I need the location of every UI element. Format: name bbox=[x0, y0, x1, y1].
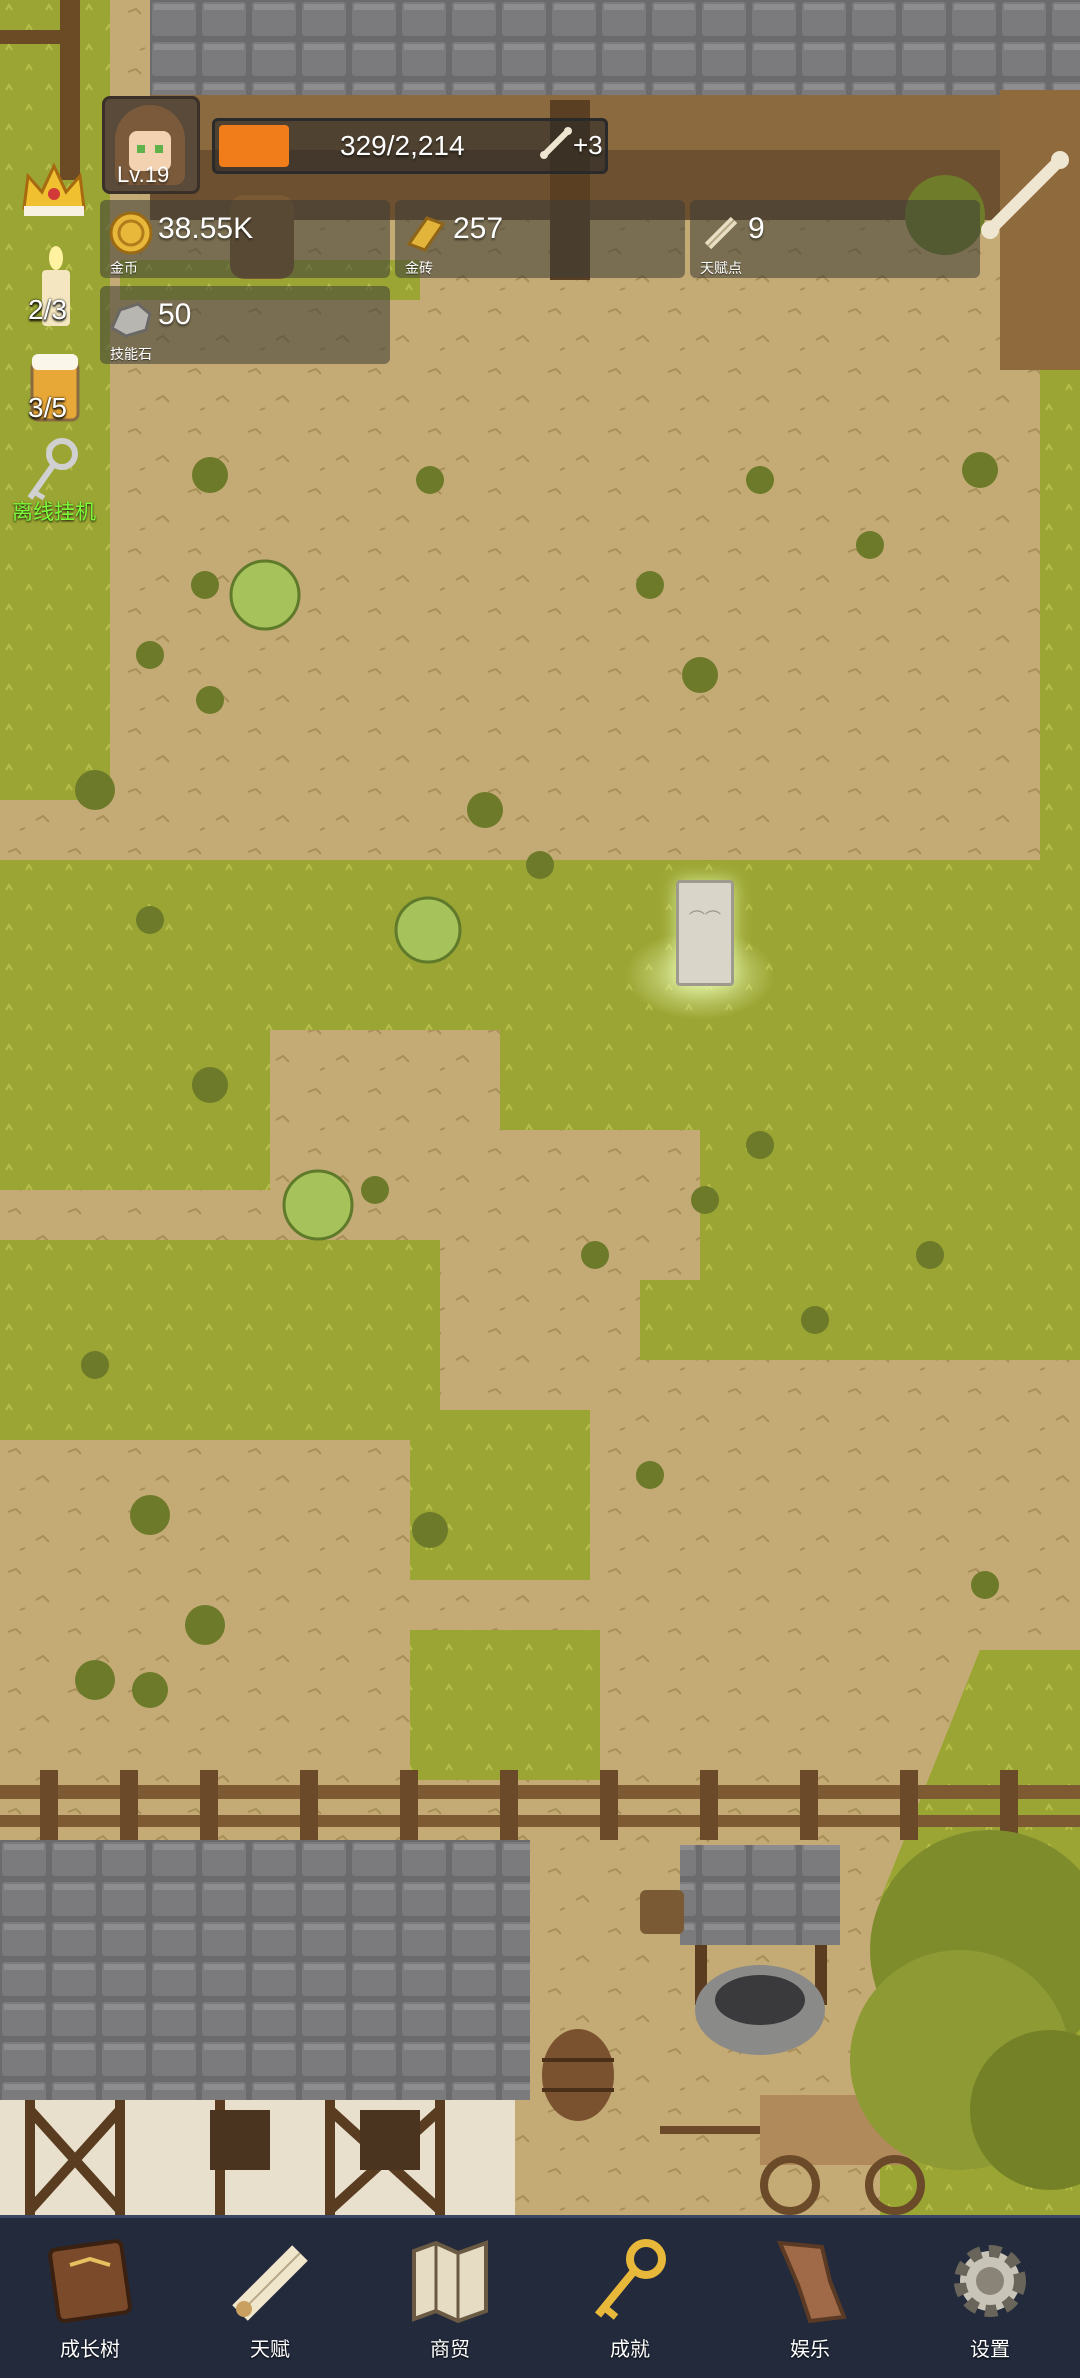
bone-icon bbox=[540, 127, 572, 159]
nav-label-entertainment: 娱乐 bbox=[790, 2339, 830, 2361]
bottom-nav: 成长树 天赋 商贸 成就 娱乐 设置 bbox=[0, 2215, 1080, 2378]
gold-bar-icon bbox=[406, 216, 446, 252]
skill-stone-resource[interactable]: 50 技能石 bbox=[100, 286, 390, 364]
nav-settings[interactable]: 设置 bbox=[900, 2218, 1080, 2378]
bone-weapon-icon[interactable] bbox=[980, 150, 1070, 240]
gear-icon bbox=[954, 2245, 1026, 2317]
talent-points-value: 9 bbox=[748, 212, 765, 245]
gold-value: 38.55K bbox=[158, 212, 254, 245]
crown-button[interactable] bbox=[18, 158, 90, 220]
nav-talent[interactable]: 天赋 bbox=[180, 2218, 360, 2378]
nav-label-talent: 天赋 bbox=[250, 2339, 290, 2361]
nav-entertainment[interactable]: 娱乐 bbox=[720, 2218, 900, 2378]
nav-trade[interactable]: 商贸 bbox=[360, 2218, 540, 2378]
gold-brick-value: 257 bbox=[453, 212, 504, 245]
nav-achievement[interactable]: 成就 bbox=[540, 2218, 720, 2378]
scroll-icon bbox=[704, 216, 738, 250]
crown-icon bbox=[22, 162, 86, 216]
exp-bar-fill bbox=[219, 125, 289, 167]
stone-icon bbox=[110, 302, 152, 338]
leather-icon bbox=[776, 2240, 847, 2324]
exp-bonus: +3 bbox=[573, 130, 603, 160]
exp-text: 329/2,214 bbox=[340, 130, 465, 161]
gold-coin-icon bbox=[109, 211, 153, 255]
gold-label: 金币 bbox=[110, 260, 138, 276]
idle-label: 离线挂机 bbox=[12, 501, 96, 524]
game-map[interactable]: ⌒⌒ Lv.19 329/2,214 +3 38.55K 金币 257 金砖 9… bbox=[0, 0, 1080, 2215]
gold-brick-label: 金砖 bbox=[405, 260, 433, 276]
nav-label-trade: 商贸 bbox=[430, 2339, 470, 2361]
skill-stone-label: 技能石 bbox=[110, 346, 152, 362]
nav-label-growth-tree: 成长树 bbox=[60, 2339, 120, 2361]
scroll-icon bbox=[232, 2245, 308, 2321]
nav-label-achievement: 成就 bbox=[610, 2339, 650, 2361]
nav-growth-tree[interactable]: 成长树 bbox=[0, 2218, 180, 2378]
candle-count: 2/3 bbox=[28, 294, 67, 325]
book-icon bbox=[48, 2239, 132, 2323]
nav-label-settings: 设置 bbox=[970, 2339, 1010, 2361]
exp-bar: 329/2,214 +3 bbox=[212, 118, 608, 174]
gold-resource[interactable]: 38.55K 金币 bbox=[100, 200, 390, 278]
skill-stone-value: 50 bbox=[158, 298, 192, 331]
player-level: Lv.19 bbox=[117, 162, 170, 187]
talent-points-label: 天赋点 bbox=[700, 260, 742, 276]
key-icon bbox=[594, 2239, 666, 2320]
map-icon bbox=[412, 2240, 488, 2324]
gold-brick-resource[interactable]: 257 金砖 bbox=[395, 200, 685, 278]
beer-count: 3/5 bbox=[28, 392, 67, 423]
gravestone-face-icon: ⌒⌒ bbox=[688, 909, 721, 928]
talent-points-resource[interactable]: 9 天赋点 bbox=[690, 200, 980, 278]
gravestone-enemy[interactable]: ⌒⌒ bbox=[676, 880, 734, 986]
